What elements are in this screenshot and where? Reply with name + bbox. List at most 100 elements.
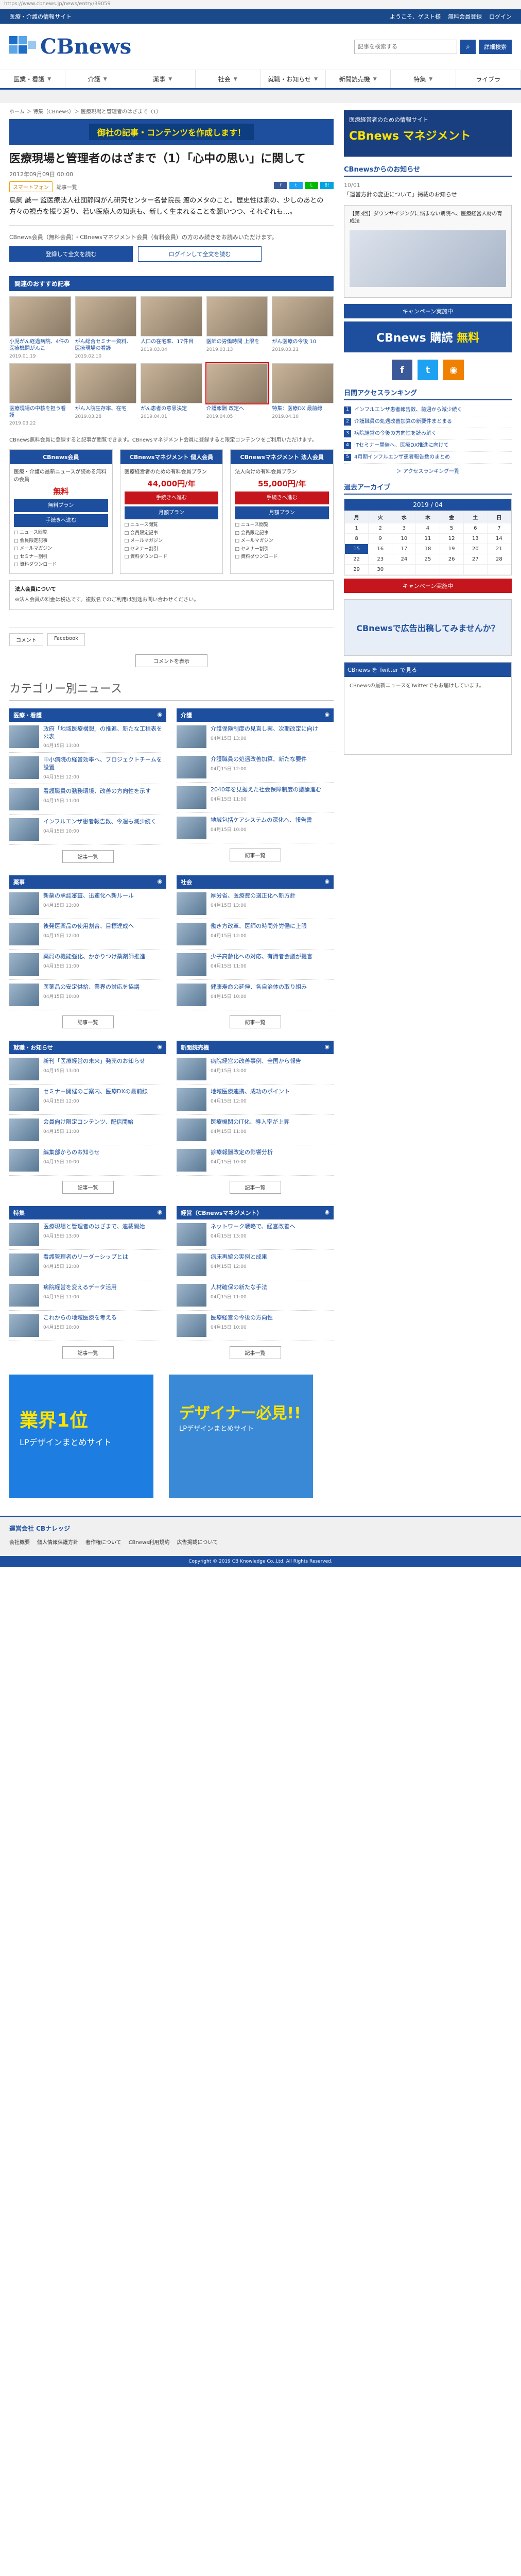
nav-item-society[interactable]: 社会 ▼ [196,70,260,88]
nav-item-pharma[interactable]: 薬事 ▼ [130,70,196,88]
news-item[interactable]: 中小病院の経営効率へ、プロジェクトチームを設置 04月15日 12:00 [9,753,166,785]
recommended-title[interactable]: 医療現場の中核を担う看護 [9,405,71,419]
news-title[interactable]: 会員向け限定コンテンツ、配信開始 [43,1118,133,1126]
calendar-day[interactable]: 22 [344,554,369,565]
news-title[interactable]: 地域医療連携、成功のポイント [211,1088,290,1096]
calendar-day[interactable]: 11 [415,533,440,545]
news-item[interactable]: 人材確保の新たな手法 04月15日 11:00 [177,1280,334,1311]
category-header[interactable]: 就職・お知らせ ◉ [9,1041,166,1055]
calendar-day[interactable]: 19 [439,544,464,555]
calendar-day[interactable]: 12 [439,533,464,545]
news-thumbnail[interactable] [177,1223,206,1246]
calendar-day[interactable]: 9 [368,533,393,545]
campaign-button-2[interactable]: キャンペーン実施中 [344,579,512,594]
rss-icon[interactable]: ◉ [157,878,162,886]
calendar-day[interactable]: 26 [439,554,464,565]
show-comments-button[interactable]: コメントを表示 [135,654,207,667]
news-thumbnail[interactable] [177,923,206,946]
news-thumbnail[interactable] [9,1149,39,1172]
news-item[interactable]: ネットワーク戦略で、経営改善へ 04月15日 13:00 [177,1219,334,1250]
calendar-day[interactable]: 21 [487,544,512,555]
news-title[interactable]: 病院経営を変えるデータ活用 [43,1284,117,1292]
management-ad[interactable]: 医療経営者のための情報サイト CBnews マネジメント [344,110,512,157]
news-item[interactable]: 看護職員の勤務環境、改善の方向性を示す 04月15日 11:00 [9,784,166,815]
news-thumbnail[interactable] [9,1284,39,1307]
ranking-title[interactable]: ITセミナー開催へ、医療DX推進に向けて [354,442,449,449]
calendar-day[interactable]: 6 [463,523,488,534]
news-thumbnail[interactable] [9,725,39,748]
news-thumbnail[interactable] [9,818,39,841]
advanced-search-button[interactable]: 詳細検索 [479,39,512,54]
category-header[interactable]: 経営（CBnewsマネジメント） ◉ [177,1206,334,1220]
facebook-icon[interactable]: f [392,360,412,381]
news-title[interactable]: 政府「地域医療構想」の推進、新たな工程表を公表 [43,725,166,741]
news-item[interactable]: 病院経営の改善事例、全国から報告 04月15日 13:00 [177,1054,334,1085]
nav-item-feature[interactable]: 特集 ▼ [391,70,456,88]
calendar-day[interactable]: 24 [392,554,416,565]
recommended-title[interactable]: がん総合セミナー資料、医療現場の看護 [75,338,137,352]
calendar-day[interactable]: 28 [487,554,512,565]
recommended-title[interactable]: 小児がん経過病院、4件の医療機関がんこ [9,338,71,352]
news-thumbnail[interactable] [9,953,39,976]
calendar-day[interactable]: 2 [368,523,393,534]
comment-tab[interactable]: コメント [9,633,43,646]
footer-link[interactable]: 広告掲載について [177,1538,218,1546]
recommended-item[interactable]: がん入院生存率、在宅 2019.03.28 [75,363,137,426]
news-item[interactable]: 医薬品の安定供給、業界の対応を協議 04月15日 10:00 [9,980,166,1011]
news-title[interactable]: 健康寿命の延伸、各自治体の取り組み [211,984,307,991]
category-header[interactable]: 薬事 ◉ [9,875,166,889]
hatena-share-icon[interactable]: B! [320,181,334,189]
news-title[interactable]: 新刊「医療経営の未来」発売のお知らせ [43,1058,145,1065]
news-item[interactable]: 医療機関のIT化、導入率が上昇 04月15日 11:00 [177,1115,334,1146]
category-header[interactable]: 介護 ◉ [177,708,334,722]
rss-icon[interactable]: ◉ [443,360,464,381]
news-title[interactable]: 少子高齢化への対応、有識者会議が提言 [211,953,312,961]
video-box[interactable]: 【第3回】ダウンサイジングに悩まない病院へ、医療経営人材の育成法 [344,205,512,298]
news-title[interactable]: 医療経営の今後の方向性 [211,1314,273,1322]
news-item[interactable]: 働き方改革、医師の時間外労働に上限 04月15日 12:00 [177,919,334,950]
news-title[interactable]: 医療機関のIT化、導入率が上昇 [211,1118,289,1126]
news-title[interactable]: 厚労省、医療費の適正化へ新方針 [211,892,296,900]
recommended-item[interactable]: がん総合セミナー資料、医療現場の看護 2019.02.10 [75,296,137,359]
category-header[interactable]: 新聞読売機 ◉ [177,1041,334,1055]
notice-link[interactable]: 「運営方針の変更について」掲載のお知らせ [344,190,512,199]
news-title[interactable]: インフルエンザ患者報告数、今週も減少続く [43,818,157,826]
nav-item-care[interactable]: 介護 ▼ [65,70,130,88]
news-item[interactable]: 新刊「医療経営の未来」発売のお知らせ 04月15日 13:00 [9,1054,166,1085]
news-thumbnail[interactable] [9,1253,39,1277]
news-thumbnail[interactable] [177,953,206,976]
calendar-day[interactable]: 25 [415,554,440,565]
news-item[interactable]: 医療経営の今後の方向性 04月15日 10:00 [177,1311,334,1342]
news-title[interactable]: これからの地域医療を考える [43,1314,117,1322]
footer-link[interactable]: 会社概要 [9,1538,30,1546]
recommended-item[interactable]: 人口の在宅率、17件目 2019.03.04 [141,296,202,359]
recommended-title[interactable]: 人口の在宅率、17件目 [141,338,202,345]
recommended-title[interactable]: がん入院生存率、在宅 [75,405,137,412]
calendar-day[interactable]: 5 [439,523,464,534]
recommended-item[interactable]: 特集：医療DX 最前線 2019.04.10 [272,363,334,426]
news-thumbnail[interactable] [177,1253,206,1277]
news-title[interactable]: 地域包括ケアシステムの深化へ、報告書 [211,817,312,824]
news-thumbnail[interactable] [177,984,206,1007]
news-item[interactable]: 会員向け限定コンテンツ、配信開始 04月15日 11:00 [9,1115,166,1146]
ranking-item[interactable]: 4 ITセミナー開催へ、医療DX推進に向けて [344,440,512,452]
news-title[interactable]: 医薬品の安定供給、業界の対応を協議 [43,984,140,991]
footer-link[interactable]: 著作権について [85,1538,121,1546]
ranking-item[interactable]: 5 4月期インフルエンザ患者報告数のまとめ [344,452,512,464]
news-item[interactable]: これからの地域医療を考える 04月15日 10:00 [9,1311,166,1342]
news-thumbnail[interactable] [177,786,206,809]
plan-button[interactable]: 手続きへ進む [235,492,329,505]
calendar-day[interactable]: 10 [392,533,416,545]
news-title[interactable]: 後発医薬品の使用割合、目標達成へ [43,923,134,930]
rss-icon[interactable]: ◉ [157,1043,162,1052]
news-item[interactable]: 看護管理者のリーダーシップとは 04月15日 12:00 [9,1250,166,1281]
thumbnail-image[interactable] [141,363,202,403]
news-thumbnail[interactable] [177,1284,206,1307]
news-item[interactable]: 厚労省、医療費の適正化へ新方針 04月15日 13:00 [177,889,334,920]
recommended-item[interactable]: 医師の労働時間 上限を 2019.03.13 [206,296,268,359]
news-thumbnail[interactable] [9,1223,39,1246]
more-button[interactable]: 記事一覧 [62,850,114,863]
more-button[interactable]: 記事一覧 [229,1346,281,1360]
nav-item-info[interactable]: 就職・お知らせ ▼ [260,70,326,88]
news-thumbnail[interactable] [177,892,206,916]
